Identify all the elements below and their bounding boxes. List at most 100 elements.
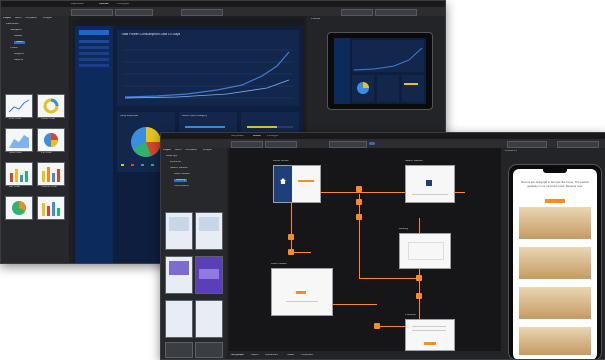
- connection-node[interactable]: [356, 186, 362, 192]
- size-select[interactable]: [265, 141, 297, 148]
- tab-prototype[interactable]: Prototype: [267, 135, 278, 138]
- tree-item[interactable]: Charts: [10, 47, 18, 50]
- line-chart-thumb[interactable]: [5, 94, 33, 118]
- tree-item[interactable]: Search Results: [170, 167, 188, 170]
- tab-storyboard[interactable]: Storyboard: [231, 135, 244, 138]
- tree-item[interactable]: Room Details: [174, 173, 190, 176]
- preview-device-select[interactable]: [507, 141, 547, 148]
- toolbar: [1, 7, 445, 16]
- tree-item[interactable]: Navigation: [10, 29, 22, 32]
- sidebar-tabs: Project Menu Templates Widgets: [3, 17, 67, 21]
- toggle-icon[interactable]: [369, 142, 375, 145]
- zoom-control[interactable]: [329, 141, 367, 148]
- nav-item[interactable]: [79, 46, 109, 49]
- tree-item-selected[interactable]: Booking: [174, 179, 188, 182]
- nav-item[interactable]: [79, 40, 109, 43]
- project-panel: Project Menu Templates Widgets Dashboard…: [1, 16, 69, 263]
- line-chart-card: Total Power Consumption Last 10 Days: [117, 30, 299, 106]
- dashboard-logo: [79, 30, 109, 35]
- sidebar-tab-widgets[interactable]: Widgets: [203, 149, 212, 152]
- connection-node[interactable]: [416, 293, 422, 299]
- phone-book-button[interactable]: [545, 199, 565, 203]
- donut-chart-thumb[interactable]: [37, 94, 65, 118]
- sidebar-tab-project[interactable]: Project: [3, 17, 11, 20]
- tree-item[interactable]: Analytics: [14, 53, 24, 56]
- sidebar-tab-widgets[interactable]: Widgets: [43, 17, 52, 20]
- checkout-card[interactable]: [405, 319, 455, 351]
- canvas-breadcrumb: · · ·: [73, 19, 78, 21]
- screen-label: Booking: [399, 228, 409, 230]
- template-thumb[interactable]: [195, 256, 223, 294]
- area-chart-thumb[interactable]: [5, 128, 33, 152]
- search-results-card[interactable]: [405, 165, 455, 203]
- bar-chart-thumb[interactable]: [5, 162, 33, 186]
- connection-node[interactable]: [356, 214, 362, 220]
- template-thumb[interactable]: [195, 300, 223, 338]
- booking-card[interactable]: [399, 233, 451, 269]
- connection-node[interactable]: [374, 323, 380, 329]
- bottom-tab[interactable]: Interactions: [265, 354, 278, 357]
- sidebar-tab-menu[interactable]: Menu: [175, 149, 182, 152]
- template-thumb[interactable]: [195, 342, 223, 358]
- screen-label: Checkout: [405, 314, 416, 316]
- tablet-frame: [327, 32, 433, 110]
- sidebar-tab-project[interactable]: Project: [163, 149, 171, 152]
- tab-ultimate[interactable]: Ultimate: [99, 3, 109, 6]
- bar-chart-icon: [10, 169, 28, 182]
- connection-node[interactable]: [288, 249, 294, 255]
- tab-mobile[interactable]: Mobile: [253, 135, 261, 138]
- phone-screen: Rooms are designed to feel just like hom…: [513, 169, 597, 359]
- device-select[interactable]: [231, 141, 263, 148]
- phone-intro-text: Rooms are designed to feel just like hom…: [521, 181, 589, 188]
- room-photo: [519, 327, 591, 355]
- tree-item[interactable]: Welcome: [170, 161, 181, 164]
- template-thumb[interactable]: [165, 212, 193, 250]
- connection-node[interactable]: [416, 275, 422, 281]
- template-thumb[interactable]: [165, 342, 193, 358]
- dashboard-nav: [75, 26, 113, 263]
- bottom-tab[interactable]: Storyboard: [231, 354, 244, 357]
- thumb-label: Donut Chart: [41, 118, 55, 120]
- nav-item[interactable]: [79, 58, 109, 61]
- sidebar-tab-menu[interactable]: Menu: [15, 17, 22, 20]
- tree-item[interactable]: Hotel App: [166, 155, 177, 158]
- bottom-tab[interactable]: States: [287, 354, 294, 357]
- preview-size-select[interactable]: [375, 9, 417, 16]
- gauge-thumb[interactable]: [5, 196, 33, 220]
- zoom-control[interactable]: [181, 9, 223, 16]
- room-details-card[interactable]: [271, 268, 333, 316]
- tree-item[interactable]: Dashboard: [6, 23, 19, 26]
- stacked-chart-thumb[interactable]: [37, 196, 65, 220]
- sidebar-tab-templates[interactable]: Templates: [25, 17, 37, 20]
- tab-prototypes[interactable]: Prototypes: [117, 3, 129, 6]
- preview-device-select[interactable]: [341, 9, 373, 16]
- bottom-tab[interactable]: Properties: [301, 354, 313, 357]
- nav-item[interactable]: [79, 52, 109, 55]
- bottom-tab[interactable]: Layers: [251, 354, 259, 357]
- tree-item[interactable]: Confirmation: [174, 185, 189, 188]
- nav-item[interactable]: [79, 64, 109, 67]
- tree-item[interactable]: Reports: [14, 59, 23, 62]
- column-chart-thumb[interactable]: [37, 162, 65, 186]
- thumb-label: Line Chart: [9, 118, 21, 120]
- preview-size-select[interactable]: [557, 141, 599, 148]
- pie-chart-thumb[interactable]: [37, 128, 65, 152]
- connection-node[interactable]: [288, 234, 294, 240]
- device-select[interactable]: [71, 9, 113, 16]
- connection-node[interactable]: [356, 199, 362, 205]
- size-select[interactable]: [115, 9, 153, 16]
- preview-label: Preview: [311, 18, 321, 20]
- thumb-label: Pie Chart: [41, 152, 52, 154]
- project-panel: Project Menu Templates Widgets Hotel App…: [161, 148, 227, 359]
- tree-item-selected[interactable]: Users: [14, 41, 25, 44]
- tab-dashboard[interactable]: Dashboard: [71, 3, 84, 6]
- thumb-label: Column Chart: [41, 186, 58, 188]
- template-thumb[interactable]: [165, 256, 193, 294]
- home-screen-card[interactable]: [273, 165, 321, 203]
- widget-gallery: Line Chart Donut Chart Area Chart Pie Ch…: [3, 88, 67, 260]
- sidebar-tab-templates[interactable]: Templates: [185, 149, 197, 152]
- template-thumb[interactable]: [165, 300, 193, 338]
- thumb-label: Area Chart: [9, 152, 22, 154]
- template-thumb[interactable]: [195, 212, 223, 250]
- tree-item[interactable]: Header: [14, 35, 23, 38]
